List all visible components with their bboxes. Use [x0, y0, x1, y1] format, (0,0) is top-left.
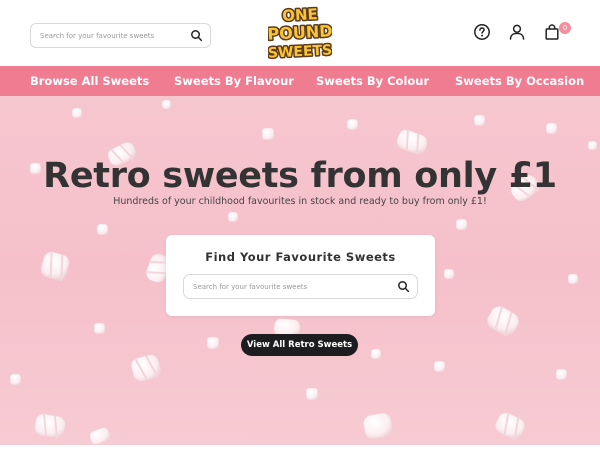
page-bottom-edge — [0, 445, 600, 450]
main-navigation: Browse All Sweets Sweets By Flavour Swee… — [0, 66, 600, 96]
search-icon[interactable] — [397, 280, 410, 293]
hero-subtitle: Hundreds of your childhood favourites in… — [113, 196, 487, 207]
user-icon[interactable] — [508, 23, 526, 41]
nav-item-by-occasion[interactable]: Sweets By Occasion — [455, 66, 584, 96]
sweet-finder-card: Find Your Favourite Sweets — [166, 235, 435, 316]
finder-title: Find Your Favourite Sweets — [205, 250, 396, 264]
finder-search-box[interactable] — [183, 274, 418, 299]
help-circle-icon[interactable] — [473, 23, 491, 41]
basket-count-badge: 0 — [559, 22, 571, 34]
search-icon[interactable] — [190, 29, 203, 42]
header-search-input[interactable] — [31, 24, 181, 47]
nav-item-by-flavour[interactable]: Sweets By Flavour — [174, 66, 294, 96]
finder-search-input[interactable] — [184, 275, 389, 298]
logo-word-sweets: SWEETS — [268, 42, 332, 61]
hero-banner: Retro sweets from only £1 Hundreds of yo… — [0, 96, 600, 445]
hero-title: Retro sweets from only £1 — [43, 156, 557, 196]
nav-item-browse-all[interactable]: Browse All Sweets — [30, 66, 149, 96]
header-search-box[interactable] — [30, 23, 211, 48]
logo-word-pound: POUND — [268, 21, 332, 43]
site-header: ONE POUND SWEETS 0 — [0, 0, 600, 66]
nav-item-by-colour[interactable]: Sweets By Colour — [316, 66, 429, 96]
view-all-retro-sweets-button[interactable]: View All Retro Sweets — [241, 334, 358, 356]
one-pound-sweets-logo[interactable]: ONE POUND SWEETS — [268, 3, 332, 61]
